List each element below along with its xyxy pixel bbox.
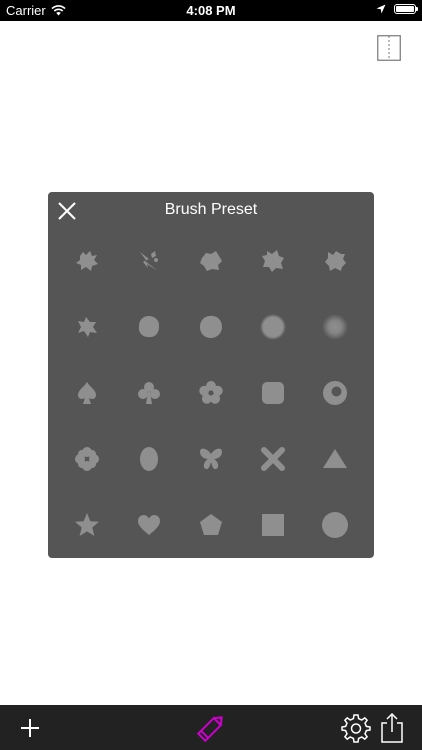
bottom-toolbar	[0, 705, 422, 750]
brush-cross[interactable]	[242, 426, 304, 492]
location-arrow-icon	[376, 4, 386, 14]
splatter-icon	[76, 251, 98, 271]
brush-grid	[56, 228, 366, 558]
brush-splatter-6[interactable]	[56, 294, 118, 360]
brush-butterfly[interactable]	[180, 426, 242, 492]
status-time: 4:08 PM	[186, 3, 236, 18]
panel-title: Brush Preset	[164, 201, 258, 218]
brush-club[interactable]	[118, 360, 180, 426]
spade-icon	[78, 382, 96, 404]
blob-icon	[138, 316, 160, 338]
brush-triangle[interactable]	[304, 426, 366, 492]
brush-splatter-5[interactable]	[304, 228, 366, 294]
brush-ring[interactable]	[304, 360, 366, 426]
oval-icon	[140, 447, 158, 471]
splatter-icon	[140, 251, 158, 271]
pencil-icon[interactable]	[194, 711, 228, 745]
brush-splatter-1[interactable]	[56, 228, 118, 294]
brush-clover-cross[interactable]	[56, 426, 118, 492]
soft-round-icon	[322, 314, 348, 340]
brush-spade[interactable]	[56, 360, 118, 426]
fuzzy-blob-icon	[260, 314, 286, 340]
share-icon[interactable]	[375, 711, 409, 745]
gear-icon[interactable]	[339, 711, 373, 745]
blob-icon	[200, 315, 222, 338]
club-icon	[138, 382, 160, 404]
brush-square[interactable]	[242, 492, 304, 558]
splatter-icon	[262, 250, 284, 272]
brush-star[interactable]	[56, 492, 118, 558]
brush-blob-1[interactable]	[118, 294, 180, 360]
status-bar: Carrier 4:08 PM	[0, 0, 422, 21]
triangle-icon	[323, 449, 347, 468]
screen: Carrier 4:08 PM Brush Preset	[0, 0, 422, 750]
rounded-square-icon	[262, 382, 284, 404]
brush-flower[interactable]	[180, 360, 242, 426]
brush-splatter-4[interactable]	[242, 228, 304, 294]
plus-icon[interactable]	[13, 711, 47, 745]
brush-rounded-square[interactable]	[242, 360, 304, 426]
brush-fuzzy-blob[interactable]	[242, 294, 304, 360]
flower-icon	[199, 381, 223, 404]
brush-preset-panel: Brush Preset	[48, 192, 374, 558]
status-right	[376, 4, 418, 14]
brush-soft-round[interactable]	[304, 294, 366, 360]
battery-icon	[394, 4, 418, 14]
splatter-icon	[200, 251, 222, 271]
brush-pentagon[interactable]	[180, 492, 242, 558]
circle-icon	[322, 512, 348, 538]
brush-heart[interactable]	[118, 492, 180, 558]
brush-circle[interactable]	[304, 492, 366, 558]
star-icon	[75, 513, 99, 536]
brush-oval[interactable]	[118, 426, 180, 492]
brush-blob-2[interactable]	[180, 294, 242, 360]
split-canvas-icon[interactable]	[377, 35, 401, 61]
splatter-icon	[325, 251, 346, 271]
pentagon-icon	[200, 514, 222, 535]
clover-cross-icon	[75, 447, 99, 471]
heart-icon	[138, 515, 160, 535]
ring-icon	[323, 381, 347, 405]
brush-splatter-3[interactable]	[180, 228, 242, 294]
splatter-icon	[78, 317, 97, 337]
cross-icon	[261, 447, 285, 471]
square-icon	[262, 514, 284, 536]
butterfly-icon	[200, 448, 222, 470]
brush-splatter-2[interactable]	[118, 228, 180, 294]
